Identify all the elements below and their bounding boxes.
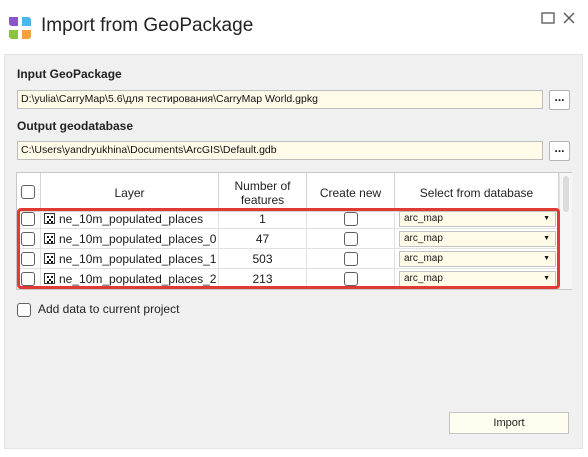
point-layer-icon: [44, 233, 55, 244]
row-checkbox[interactable]: [21, 212, 35, 226]
create-new-checkbox[interactable]: [344, 272, 358, 286]
create-new-cell: [307, 209, 395, 229]
table-row[interactable]: ne_10m_populated_places 1 arc_map ▼: [17, 209, 559, 229]
point-layer-icon: [44, 213, 55, 224]
row-select-cell: [17, 249, 41, 269]
create-new-cell: [307, 229, 395, 249]
database-select[interactable]: arc_map ▼: [399, 211, 556, 227]
row-checkbox[interactable]: [21, 252, 35, 266]
feature-count: 213: [219, 269, 307, 289]
database-select-value: arc_map: [404, 233, 443, 244]
maximize-icon[interactable]: [539, 9, 557, 27]
layer-name-cell: ne_10m_populated_places: [41, 209, 219, 229]
layer-name: ne_10m_populated_places_0: [59, 232, 217, 246]
add-data-label: Add data to current project: [38, 302, 180, 316]
table-row[interactable]: ne_10m_populated_places_0 47 arc_map ▼: [17, 229, 559, 249]
input-geopackage-path[interactable]: D:\yulia\CarryMap\5.6\для тестирования\C…: [17, 90, 543, 109]
feature-count: 47: [219, 229, 307, 249]
table-row[interactable]: ne_10m_populated_places_1 503 arc_map ▼: [17, 249, 559, 269]
features-column-header[interactable]: Number of features: [219, 173, 307, 212]
layers-grid: Layer Number of features Create new Sele…: [16, 172, 573, 290]
point-layer-icon: [44, 273, 55, 284]
row-checkbox[interactable]: [21, 232, 35, 246]
table-row[interactable]: ne_10m_populated_places_2 213 arc_map ▼: [17, 269, 559, 289]
row-select-cell: [17, 209, 41, 229]
import-button[interactable]: Import: [449, 412, 569, 434]
database-select[interactable]: arc_map ▼: [399, 231, 556, 247]
chevron-down-icon: ▼: [543, 255, 550, 262]
close-icon[interactable]: [560, 9, 578, 27]
database-select-value: arc_map: [404, 253, 443, 264]
row-select-cell: [17, 229, 41, 249]
database-select[interactable]: arc_map ▼: [399, 251, 556, 267]
database-select-value: arc_map: [404, 213, 443, 224]
window-title: Import from GeoPackage: [41, 15, 254, 36]
add-data-checkbox[interactable]: [17, 303, 31, 317]
point-layer-icon: [44, 253, 55, 264]
output-geodatabase-label: Output geodatabase: [17, 119, 134, 133]
layer-name: ne_10m_populated_places: [59, 212, 204, 226]
create-new-checkbox[interactable]: [344, 232, 358, 246]
create-new-checkbox[interactable]: [344, 212, 358, 226]
geopackage-logo-icon: [9, 17, 31, 39]
layer-name-cell: ne_10m_populated_places_1: [41, 249, 219, 269]
create-new-cell: [307, 269, 395, 289]
grid-header: Layer Number of features Create new Sele…: [17, 173, 573, 212]
browse-output-button[interactable]: ...: [549, 141, 570, 161]
create-new-column-header[interactable]: Create new: [307, 173, 395, 212]
title-bar: Import from GeoPackage: [0, 0, 588, 52]
layer-name-cell: ne_10m_populated_places_2: [41, 269, 219, 289]
grid-vertical-scrollbar[interactable]: [559, 173, 572, 289]
select-all-cell: [17, 173, 41, 212]
row-checkbox[interactable]: [21, 272, 35, 286]
create-new-cell: [307, 249, 395, 269]
chevron-down-icon: ▼: [543, 215, 550, 222]
output-geodatabase-path[interactable]: C:\Users\yandryukhina\Documents\ArcGIS\D…: [17, 141, 543, 160]
layer-column-header[interactable]: Layer: [41, 173, 219, 212]
browse-input-button[interactable]: ...: [549, 90, 570, 110]
chevron-down-icon: ▼: [543, 235, 550, 242]
chevron-down-icon: ▼: [543, 275, 550, 282]
database-column-header[interactable]: Select from database: [395, 173, 559, 212]
input-geopackage-label: Input GeoPackage: [17, 67, 122, 81]
layer-name: ne_10m_populated_places_2: [59, 272, 217, 286]
select-all-checkbox[interactable]: [21, 185, 35, 199]
scrollbar-thumb[interactable]: [563, 176, 569, 212]
database-select-value: arc_map: [404, 273, 443, 284]
layer-name: ne_10m_populated_places_1: [59, 252, 217, 266]
database-select[interactable]: arc_map ▼: [399, 271, 556, 287]
feature-count: 1: [219, 209, 307, 229]
feature-count: 503: [219, 249, 307, 269]
layer-name-cell: ne_10m_populated_places_0: [41, 229, 219, 249]
create-new-checkbox[interactable]: [344, 252, 358, 266]
row-select-cell: [17, 269, 41, 289]
